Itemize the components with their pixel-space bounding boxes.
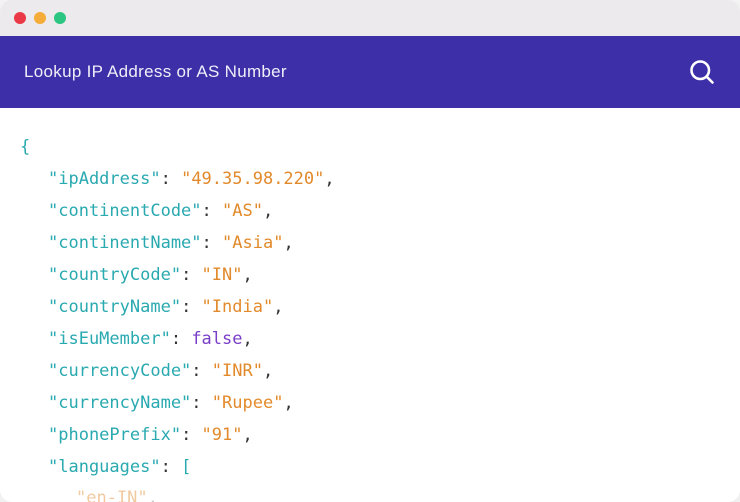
json-key: "languages" bbox=[48, 457, 161, 477]
minimize-icon[interactable] bbox=[34, 12, 46, 24]
json-key: "continentCode" bbox=[48, 201, 202, 221]
json-value: "IN" bbox=[202, 265, 243, 285]
json-key: "isEuMember" bbox=[48, 329, 171, 349]
json-value: false bbox=[191, 329, 242, 349]
app-window: {"ipAddress": "49.35.98.220","continentC… bbox=[0, 0, 740, 502]
open-bracket: [ bbox=[181, 457, 191, 477]
close-icon[interactable] bbox=[14, 12, 26, 24]
json-key: "phonePrefix" bbox=[48, 425, 181, 445]
maximize-icon[interactable] bbox=[54, 12, 66, 24]
json-key: "currencyCode" bbox=[48, 361, 191, 381]
json-value: "India" bbox=[202, 297, 274, 317]
json-value: "en-IN" bbox=[76, 488, 148, 502]
json-value: "INR" bbox=[212, 361, 263, 381]
json-key: "currencyName" bbox=[48, 393, 191, 413]
json-key: "ipAddress" bbox=[48, 169, 161, 189]
json-output: {"ipAddress": "49.35.98.220","continentC… bbox=[0, 108, 740, 502]
json-key: "countryCode" bbox=[48, 265, 181, 285]
search-icon[interactable] bbox=[688, 58, 716, 86]
open-brace: { bbox=[20, 137, 30, 157]
window-titlebar bbox=[0, 0, 740, 36]
json-value: "Rupee" bbox=[212, 393, 284, 413]
json-value: "Asia" bbox=[222, 233, 283, 253]
search-input[interactable] bbox=[24, 62, 688, 82]
json-key: "countryName" bbox=[48, 297, 181, 317]
json-value: "49.35.98.220" bbox=[181, 169, 324, 189]
json-key: "continentName" bbox=[48, 233, 202, 253]
json-value: "91" bbox=[202, 425, 243, 445]
json-value: "AS" bbox=[222, 201, 263, 221]
search-bar bbox=[0, 36, 740, 108]
